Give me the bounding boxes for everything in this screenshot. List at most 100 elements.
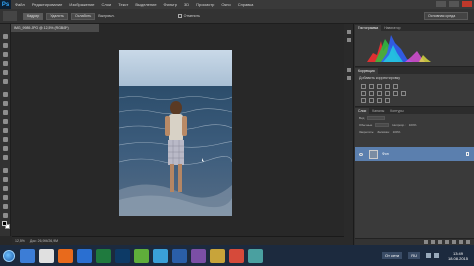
path-select-tool-icon[interactable]	[3, 186, 8, 191]
fill-input[interactable]: 100%	[393, 130, 401, 134]
option-button-crop[interactable]: Кадрир	[23, 12, 44, 20]
tab-channels[interactable]: Каналы	[369, 108, 387, 114]
posterize-icon[interactable]	[369, 98, 374, 103]
menu-filter[interactable]: Фильтр	[164, 2, 177, 7]
language-indicator[interactable]: RU	[408, 252, 420, 259]
hue-saturation-icon[interactable]	[361, 91, 366, 96]
menu-file[interactable]: Файл	[15, 2, 25, 7]
exposure-icon[interactable]	[385, 84, 390, 89]
new-layer-icon[interactable]	[459, 240, 463, 244]
start-button[interactable]	[0, 245, 18, 266]
network-status[interactable]: От сети	[381, 252, 403, 259]
blur-tool-icon[interactable]	[3, 146, 8, 151]
gradient-tool-icon[interactable]	[3, 137, 8, 142]
color-balance-icon[interactable]	[369, 91, 374, 96]
threshold-icon[interactable]	[377, 98, 382, 103]
character-icon[interactable]	[347, 68, 351, 72]
tab-paths[interactable]: Контуры	[387, 108, 406, 114]
excel-icon[interactable]	[96, 248, 111, 263]
blend-mode-select[interactable]: Обычные	[359, 123, 372, 127]
crop-tool-icon[interactable]	[3, 11, 17, 21]
option-button-delete[interactable]: Удалить	[46, 12, 68, 20]
pen-tool-icon[interactable]	[3, 168, 8, 173]
menu-edit[interactable]: Редактирование	[32, 2, 62, 7]
flag-icon[interactable]	[433, 253, 439, 258]
menu-help[interactable]: Справка	[238, 2, 254, 7]
foreground-color-swatch[interactable]	[2, 221, 7, 226]
healing-brush-tool-icon[interactable]	[3, 92, 8, 97]
menu-3d[interactable]: 3D	[184, 2, 189, 7]
canvas-area[interactable]	[12, 32, 344, 236]
app-icon-blue[interactable]	[172, 248, 187, 263]
menu-layers[interactable]: Слои	[102, 2, 112, 7]
firefox-icon[interactable]	[58, 248, 73, 263]
media-player-icon[interactable]	[229, 248, 244, 263]
gradient-map-icon[interactable]	[385, 98, 390, 103]
black-white-icon[interactable]	[377, 91, 382, 96]
visibility-eye-icon[interactable]	[359, 152, 363, 156]
eraser-tool-icon[interactable]	[3, 128, 8, 133]
minimize-button[interactable]	[436, 1, 446, 7]
zoom-level[interactable]: 12,5%	[15, 239, 25, 243]
add-mask-icon[interactable]	[438, 240, 442, 244]
vibrance-icon[interactable]	[393, 84, 398, 89]
shape-tool-icon[interactable]	[3, 195, 8, 200]
layer-style-icon[interactable]	[431, 240, 435, 244]
zoom-tool-icon[interactable]	[3, 213, 8, 218]
layer-name[interactable]: Фон	[382, 152, 389, 156]
explorer-icon[interactable]	[20, 248, 35, 263]
lasso-tool-icon[interactable]	[3, 52, 8, 57]
maximize-button[interactable]	[449, 1, 459, 7]
brush-tool-icon[interactable]	[3, 101, 8, 106]
layer-row[interactable]: Фон	[355, 147, 474, 161]
marquee-tool-icon[interactable]	[3, 43, 8, 48]
kind-select[interactable]	[367, 116, 386, 120]
menu-text[interactable]: Текст	[118, 2, 128, 7]
workspace-select[interactable]: Основная среда	[424, 12, 468, 20]
document-image[interactable]	[119, 50, 232, 216]
history-icon[interactable]	[347, 30, 351, 34]
properties-icon[interactable]	[347, 38, 351, 42]
clock[interactable]: 13:49 18.08.2015	[448, 251, 468, 261]
crop-tool-icon[interactable]	[3, 70, 8, 75]
quick-select-tool-icon[interactable]	[3, 61, 8, 66]
app-icon-purple[interactable]	[191, 248, 206, 263]
close-button[interactable]	[462, 1, 472, 7]
photoshop-task-icon[interactable]	[115, 248, 130, 263]
history-brush-tool-icon[interactable]	[3, 119, 8, 124]
new-group-icon[interactable]	[452, 240, 456, 244]
menu-window[interactable]: Окно	[221, 2, 230, 7]
invert-icon[interactable]	[361, 98, 366, 103]
opacity-input[interactable]: 100%	[409, 123, 417, 127]
skype-icon[interactable]	[153, 248, 168, 263]
menu-view[interactable]: Просмотр	[196, 2, 214, 7]
curves-icon[interactable]	[377, 84, 382, 89]
link-layers-icon[interactable]	[424, 240, 428, 244]
app-icon-teal[interactable]	[248, 248, 263, 263]
tab-layers[interactable]: Слои	[355, 108, 370, 114]
hand-tool-icon[interactable]	[3, 204, 8, 209]
brightness-icon[interactable]	[361, 84, 366, 89]
chrome-icon[interactable]	[39, 248, 54, 263]
cancel-checkbox[interactable]	[177, 14, 182, 18]
dodge-tool-icon[interactable]	[3, 155, 8, 160]
volume-icon[interactable]	[425, 253, 431, 258]
menu-select[interactable]: Выделение	[135, 2, 156, 7]
eyedropper-tool-icon[interactable]	[3, 79, 8, 84]
word-icon[interactable]	[77, 248, 92, 263]
trash-icon[interactable]	[466, 240, 470, 244]
folder-icon[interactable]	[210, 248, 225, 263]
paragraph-icon[interactable]	[347, 76, 351, 80]
color-lookup-icon[interactable]	[401, 91, 406, 96]
clone-stamp-tool-icon[interactable]	[3, 110, 8, 115]
move-tool-icon[interactable]	[3, 34, 8, 39]
tab-adjustments[interactable]: Коррекция	[355, 68, 378, 74]
channel-mixer-icon[interactable]	[393, 91, 398, 96]
new-adjustment-icon[interactable]	[445, 240, 449, 244]
straighten-label[interactable]: Выпрямл.	[98, 14, 114, 18]
type-tool-icon[interactable]	[3, 177, 8, 182]
photo-filter-icon[interactable]	[385, 91, 390, 96]
option-button-ease[interactable]: Ослабить	[70, 12, 96, 20]
levels-icon[interactable]	[369, 84, 374, 89]
app-icon-green[interactable]	[134, 248, 149, 263]
